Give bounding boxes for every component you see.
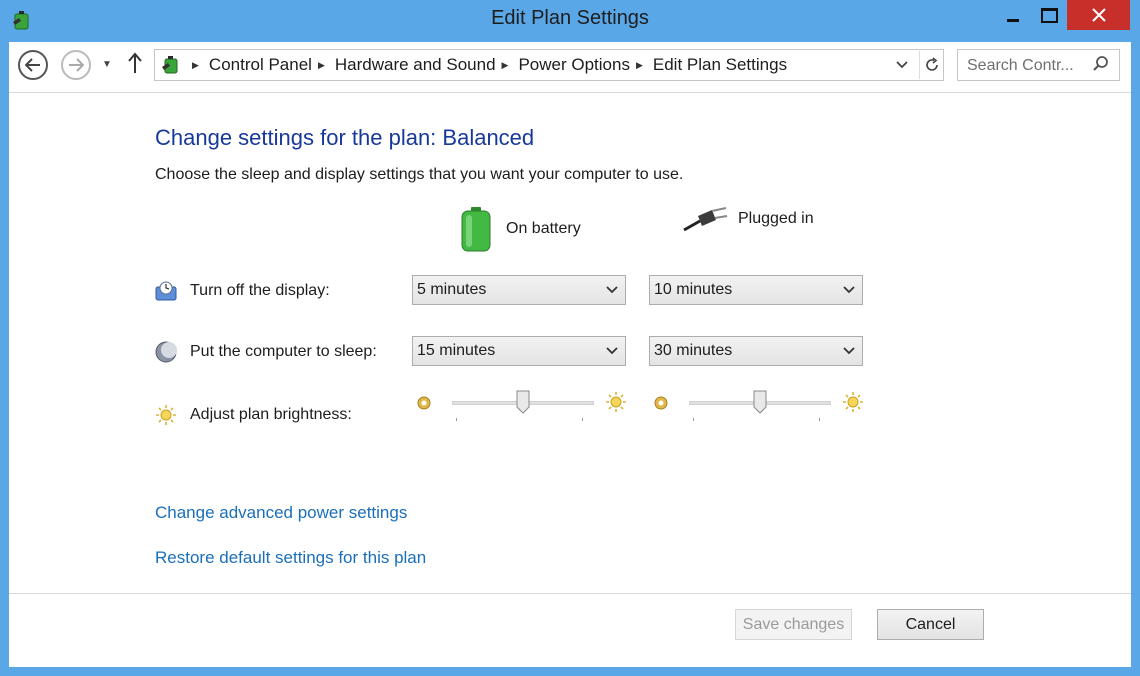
breadcrumb-edit-plan-settings[interactable]: Edit Plan Settings [653,55,787,75]
on-battery-label: On battery [506,220,581,237]
back-button[interactable] [18,50,48,80]
dim-brightness-icon [417,396,431,410]
address-bar[interactable]: ▶ Control Panel ▶ Hardware and Sound ▶ P… [154,49,944,81]
breadcrumb-separator-icon[interactable]: ▶ [502,60,509,71]
save-changes-button[interactable]: Save changes [735,609,852,640]
chevron-down-icon [843,347,855,355]
title-bar: Edit Plan Settings [0,0,1140,42]
restore-default-settings-link[interactable]: Restore default settings for this plan [155,548,426,568]
close-icon [1091,8,1106,22]
minimize-button[interactable] [990,0,1036,30]
sleep-plugged-in-value: 30 minutes [654,342,733,359]
chevron-down-icon [843,286,855,294]
breadcrumb-separator-icon[interactable]: ▶ [636,60,643,71]
minimize-icon [1007,18,1019,22]
up-button[interactable] [127,52,143,79]
cancel-button[interactable]: Cancel [877,609,984,640]
window-title: Edit Plan Settings [491,7,649,29]
sleep-row-label: Put the computer to sleep: [155,341,377,363]
plugged-in-label: Plugged in [738,210,814,227]
slider-thumb[interactable] [516,390,530,414]
display-on-battery-value: 5 minutes [417,281,487,298]
display-clock-icon [155,281,177,301]
page-title: Change settings for the plan: Balanced [155,125,535,150]
brightness-plugged-in-slider[interactable] [653,390,863,421]
back-arrow-icon [25,58,40,72]
slider-tick [456,418,457,421]
brightness-sun-icon [156,405,176,425]
display-plugged-in-value: 10 minutes [654,281,733,298]
chevron-down-icon[interactable] [895,58,909,72]
sleep-plugged-in-select[interactable]: 30 minutes [649,336,863,366]
refresh-icon [926,57,938,71]
forward-button[interactable] [61,50,91,80]
breadcrumb-separator-icon[interactable]: ▶ [318,60,325,71]
slider-tick [582,418,583,421]
bright-brightness-icon [843,392,863,412]
slider-tick [819,418,820,421]
control-panel-icon [162,56,178,74]
display-plugged-in-select[interactable]: 10 minutes [649,275,863,305]
footer-divider [9,593,1131,594]
turn-off-display-label: Turn off the display: [190,282,330,299]
slider-tick [693,418,694,421]
change-advanced-power-settings-link[interactable]: Change advanced power settings [155,503,407,523]
bright-brightness-icon [606,392,626,412]
slider-thumb[interactable] [753,390,767,414]
breadcrumb-separator-icon[interactable]: ▶ [192,60,199,71]
recent-locations-dropdown[interactable]: ▼ [102,59,112,70]
refresh-button[interactable] [919,51,944,79]
breadcrumb-power-options[interactable]: Power Options [518,55,630,75]
up-arrow-icon [128,52,142,73]
turn-off-display-row-label: Turn off the display: [155,280,330,302]
close-button[interactable] [1067,0,1130,30]
search-input[interactable] [958,50,1099,82]
chevron-down-icon [606,286,618,294]
display-on-battery-select[interactable]: 5 minutes [412,275,626,305]
search-box[interactable] [957,49,1120,82]
sleep-moon-icon [155,341,177,363]
sleep-on-battery-select[interactable]: 15 minutes [412,336,626,366]
brightness-row-label: Adjust plan brightness: [155,404,352,426]
battery-icon [461,207,491,252]
breadcrumb-hardware-and-sound[interactable]: Hardware and Sound [335,55,496,75]
forward-arrow-icon [69,58,84,72]
maximize-button[interactable] [1036,0,1062,30]
power-plug-icon [683,207,728,232]
column-header-plugged-in: Plugged in [682,206,814,232]
maximize-icon [1040,7,1058,23]
page-description: Choose the sleep and display settings th… [155,166,684,183]
chevron-down-icon [606,347,618,355]
search-icon[interactable] [1092,55,1110,75]
column-header-on-battery: On battery [460,206,581,252]
sleep-on-battery-value: 15 minutes [417,342,496,359]
breadcrumb-control-panel[interactable]: Control Panel [209,55,312,75]
dim-brightness-icon [654,396,668,410]
brightness-on-battery-slider[interactable] [416,390,626,421]
main-content: Change settings for the plan: Balanced C… [9,93,1131,667]
sleep-label: Put the computer to sleep: [190,343,377,360]
brightness-label: Adjust plan brightness: [190,406,352,423]
edit-plan-settings-window: Edit Plan Settings ▼ ▶ Control Panel ▶ H [0,0,1140,676]
navigation-bar: ▼ ▶ Control Panel ▶ Hardware and Sound ▶… [9,42,1131,93]
